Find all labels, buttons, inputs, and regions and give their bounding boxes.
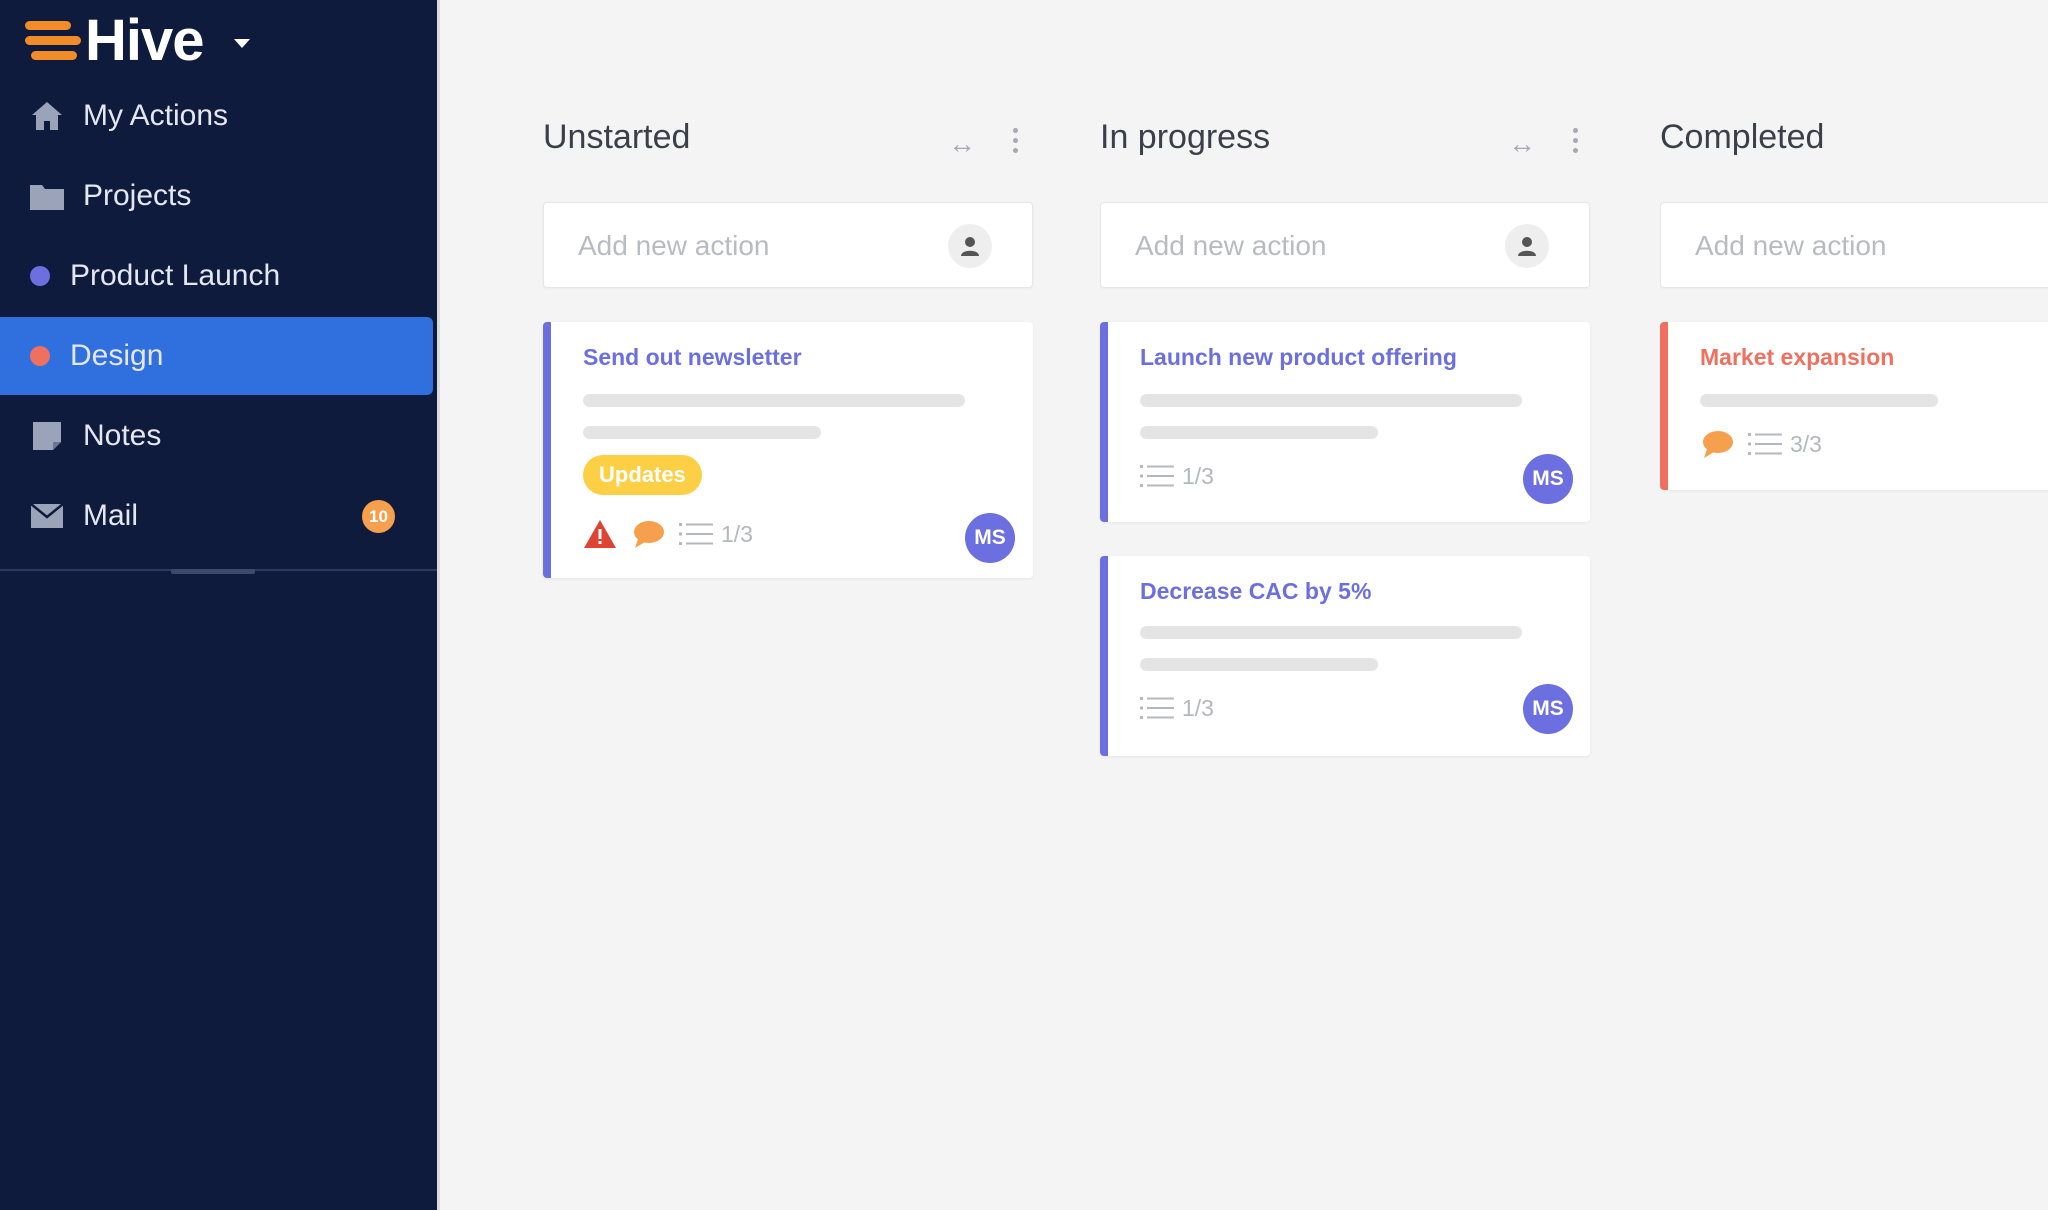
description-placeholder: [1140, 394, 1522, 407]
sidebar-item-label: Notes: [83, 419, 162, 452]
description-placeholder: [583, 394, 965, 407]
action-card[interactable]: Market expansion 3/3: [1660, 322, 2048, 490]
sidebar-item-mail[interactable]: Mail 10: [0, 477, 433, 555]
unread-badge: 10: [362, 500, 395, 533]
description-placeholder: [1700, 394, 1938, 407]
assignee-avatar[interactable]: MS: [1523, 454, 1573, 504]
chevron-down-icon[interactable]: [233, 38, 250, 48]
assign-user-icon[interactable]: [948, 224, 992, 268]
workspace-switcher[interactable]: Hive: [25, 6, 250, 76]
folder-icon: [29, 178, 65, 214]
assign-user-icon[interactable]: [1505, 224, 1549, 268]
board-column-completed: Completed Market expansion 3/3: [1660, 118, 2048, 538]
sidebar-item-label: My Actions: [83, 99, 229, 132]
home-icon: [29, 98, 65, 134]
action-card[interactable]: Launch new product offering 1/3 MS: [1100, 322, 1590, 522]
mail-icon: [29, 498, 65, 534]
subtask-list-icon: [679, 521, 713, 547]
sidebar: Hive My Actions Projects Product Launch …: [0, 0, 437, 1210]
add-action-box: [1660, 202, 2048, 288]
card-title[interactable]: Launch new product offering: [1140, 344, 1457, 371]
add-action-input[interactable]: [1693, 227, 2048, 265]
card-title[interactable]: Decrease CAC by 5%: [1140, 578, 1371, 605]
project-dot-icon: [30, 266, 50, 286]
subtask-count: 1/3: [1182, 694, 1214, 721]
comment-icon[interactable]: [631, 519, 665, 549]
subtask-count: 1/3: [1182, 462, 1214, 489]
note-icon: [29, 418, 65, 454]
app-name: Hive: [85, 8, 205, 73]
column-title: In progress: [1100, 118, 1271, 156]
project-dot-icon: [30, 346, 50, 366]
subtask-count: 1/3: [721, 520, 753, 547]
card-color-stripe: [543, 322, 551, 578]
card-title[interactable]: Market expansion: [1700, 344, 1894, 371]
sidebar-item-my-actions[interactable]: My Actions: [0, 77, 433, 155]
sidebar-resize-handle[interactable]: [171, 569, 255, 574]
add-action-box: [1100, 202, 1590, 288]
assignee-avatar[interactable]: MS: [1523, 684, 1573, 734]
sidebar-item-notes[interactable]: Notes: [0, 397, 433, 475]
card-meta: 1/3: [583, 516, 753, 552]
sidebar-item-projects[interactable]: Projects: [0, 157, 433, 235]
card-meta: 1/3: [1140, 458, 1214, 494]
column-menu-icon[interactable]: [1013, 128, 1019, 158]
card-meta: 1/3: [1140, 690, 1214, 726]
card-meta: 3/3: [1700, 426, 1822, 462]
column-title: Completed: [1660, 118, 1825, 156]
description-placeholder: [583, 426, 821, 439]
hive-logo-icon: [25, 17, 81, 65]
action-card[interactable]: Decrease CAC by 5% 1/3 MS: [1100, 556, 1590, 756]
card-color-stripe: [1660, 322, 1668, 490]
assignee-avatar[interactable]: MS: [965, 513, 1015, 563]
warning-icon: [583, 519, 617, 549]
description-placeholder: [1140, 658, 1378, 671]
subtask-list-icon: [1748, 431, 1782, 457]
sidebar-item-label: Design: [70, 339, 164, 372]
action-card[interactable]: Send out newsletter Updates 1/3 MS: [543, 322, 1033, 578]
column-title: Unstarted: [543, 118, 691, 156]
add-action-input[interactable]: [576, 227, 940, 265]
comment-icon[interactable]: [1700, 429, 1734, 459]
sidebar-item-label: Projects: [83, 179, 192, 212]
subtask-list-icon: [1140, 695, 1174, 721]
subtask-list-icon: [1140, 463, 1174, 489]
subtask-count: 3/3: [1790, 430, 1822, 457]
sidebar-item-product-launch[interactable]: Product Launch: [0, 237, 433, 315]
card-color-stripe: [1100, 322, 1108, 522]
add-action-input[interactable]: [1133, 227, 1497, 265]
sidebar-item-label: Product Launch: [70, 259, 281, 292]
sidebar-item-design[interactable]: Design: [0, 317, 433, 395]
card-title[interactable]: Send out newsletter: [583, 344, 802, 371]
expand-column-icon[interactable]: ↔: [948, 130, 976, 158]
sidebar-item-label: Mail: [83, 499, 139, 532]
tag-badge[interactable]: Updates: [583, 455, 702, 495]
description-placeholder: [1140, 626, 1522, 639]
column-menu-icon[interactable]: [1573, 128, 1579, 158]
description-placeholder: [1140, 426, 1378, 439]
expand-column-icon[interactable]: ↔: [1508, 130, 1536, 158]
add-action-box: [543, 202, 1033, 288]
main-border: [437, 0, 440, 1210]
card-color-stripe: [1100, 556, 1108, 756]
